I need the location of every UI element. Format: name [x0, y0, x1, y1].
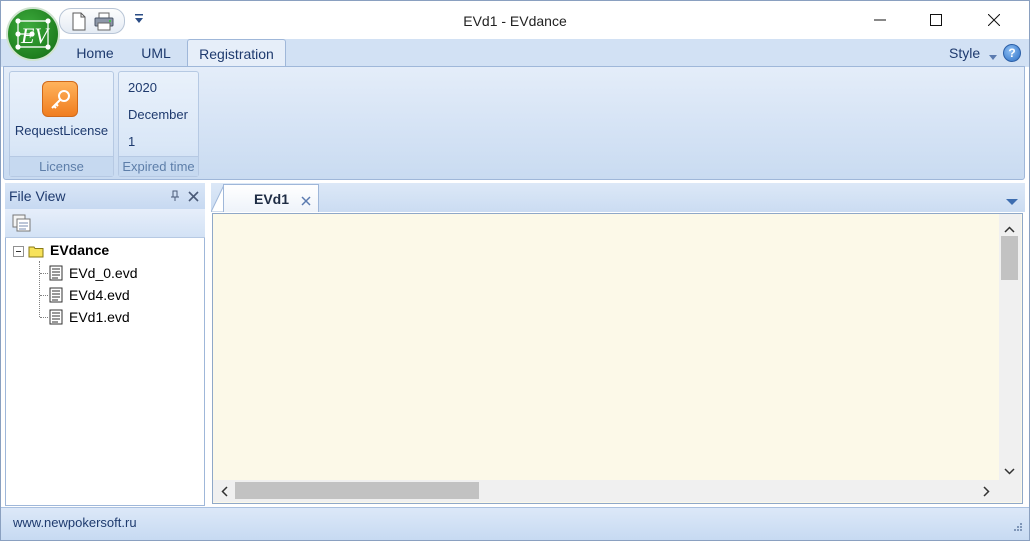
tree-root-label: EVdance: [50, 242, 110, 258]
document-tab-label: EVd1: [254, 191, 290, 207]
tab-home[interactable]: Home: [64, 39, 126, 67]
ev-logo-icon: EV: [15, 18, 51, 50]
scroll-up-icon[interactable]: [1004, 221, 1015, 236]
close-button[interactable]: [971, 5, 1017, 35]
pin-icon[interactable]: [170, 190, 180, 205]
ribbon-tab-bar: Home UML Registration Style ?: [1, 39, 1029, 67]
horizontal-scroll-thumb[interactable]: [235, 482, 479, 499]
tree-file-item[interactable]: EVd1.evd: [6, 306, 204, 328]
horizontal-scrollbar[interactable]: [213, 480, 999, 502]
editor-canvas[interactable]: [212, 213, 1023, 504]
tree-connector: [40, 317, 48, 318]
file-view-header: File View: [5, 183, 205, 209]
scroll-down-icon[interactable]: [1004, 463, 1015, 478]
file-view-toolbar: [5, 209, 205, 238]
document-icon: [49, 287, 63, 306]
license-group-caption: License: [10, 156, 113, 176]
logo-text: EV: [20, 23, 50, 48]
license-group: RequestLicense License: [9, 71, 114, 177]
scrollbar-corner: [999, 480, 1021, 502]
collapse-icon[interactable]: [13, 246, 24, 257]
document-icon: [49, 265, 63, 284]
file-view-title: File View: [9, 188, 66, 204]
file-tree: EVdance EVd_0.evd EVd4.evd EVd1.evd: [5, 238, 205, 506]
document-icon: [49, 309, 63, 328]
status-text: www.newpokersoft.ru: [13, 515, 137, 530]
minimize-button[interactable]: [857, 5, 903, 35]
expired-day: 1: [128, 134, 136, 149]
properties-icon[interactable]: [12, 214, 32, 235]
title-bar: EVd1 - EVdance: [1, 1, 1029, 39]
app-window: EVd1 - EVdance EV Home UML Registration …: [0, 0, 1030, 541]
document-tab-bar: EVd1: [211, 183, 1025, 212]
expired-group-caption: Expired time: [119, 156, 198, 176]
ribbon-panel: RequestLicense License 2020 December 1 E…: [3, 66, 1025, 180]
expired-year: 2020: [128, 80, 157, 95]
request-license-label: RequestLicense: [14, 123, 109, 138]
status-bar: www.newpokersoft.ru: [1, 507, 1029, 540]
vertical-scroll-thumb[interactable]: [1001, 236, 1018, 280]
style-menu[interactable]: Style: [949, 39, 980, 67]
tree-file-label: EVd_0.evd: [69, 265, 138, 281]
tree-file-label: EVd4.evd: [69, 287, 130, 303]
scroll-right-icon[interactable]: [983, 485, 990, 500]
tree-connector: [40, 295, 48, 296]
tab-list-dropdown-icon[interactable]: [1006, 194, 1018, 209]
help-icon[interactable]: ?: [1003, 44, 1021, 62]
vertical-scrollbar[interactable]: [999, 214, 1021, 480]
tree-file-item[interactable]: EVd_0.evd: [6, 262, 204, 284]
tab-uml[interactable]: UML: [128, 39, 184, 67]
expired-time-group: 2020 December 1 Expired time: [118, 71, 199, 177]
close-tab-icon[interactable]: [301, 194, 311, 209]
tab-registration[interactable]: Registration: [187, 39, 286, 67]
document-tab-evd1[interactable]: EVd1: [223, 184, 319, 212]
tree-connector: [40, 273, 48, 274]
tree-root-node[interactable]: EVdance: [6, 238, 204, 262]
request-license-button[interactable]: RequestLicense: [10, 72, 113, 156]
maximize-button[interactable]: [913, 5, 959, 35]
resize-grip-icon[interactable]: [1011, 522, 1023, 537]
key-icon: [42, 81, 78, 117]
tree-file-item[interactable]: EVd4.evd: [6, 284, 204, 306]
expired-month: December: [128, 107, 188, 122]
folder-icon: [28, 245, 44, 261]
tree-file-label: EVd1.evd: [69, 309, 130, 325]
style-dropdown-icon[interactable]: [989, 49, 997, 64]
scroll-left-icon[interactable]: [221, 485, 228, 500]
application-menu-button[interactable]: EV: [6, 7, 60, 61]
pane-close-icon[interactable]: [188, 190, 199, 205]
